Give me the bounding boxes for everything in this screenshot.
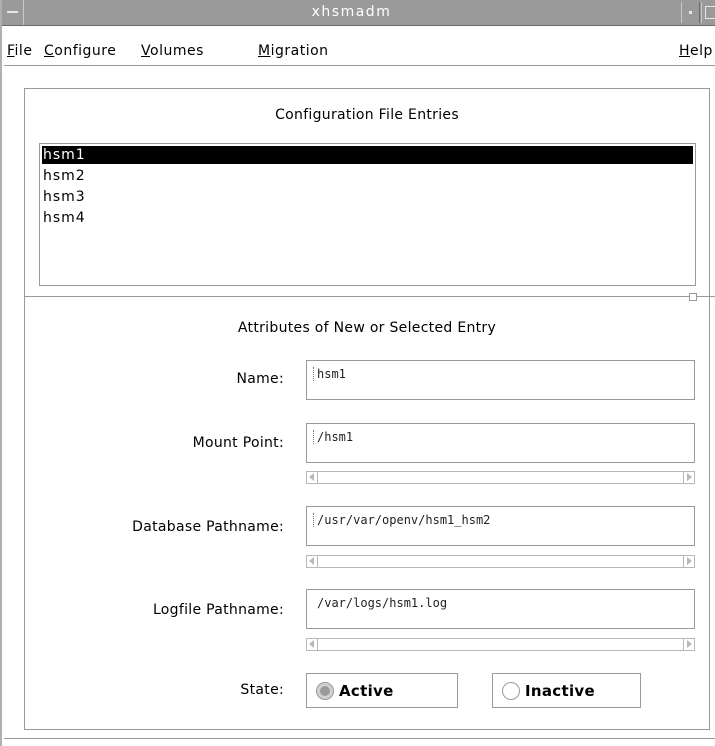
maximize-icon [705, 6, 715, 19]
scroll-right-icon[interactable] [683, 556, 694, 567]
logfile-pathname-input[interactable] [311, 596, 692, 610]
database-pathname-label: Database Pathname: [132, 519, 284, 535]
entries-title: Configuration File Entries [275, 107, 459, 123]
window-bottom-border [4, 738, 715, 739]
menu-configure[interactable]: Configure [44, 43, 116, 59]
state-label: State: [240, 682, 284, 698]
name-field[interactable] [306, 360, 695, 400]
menu-help[interactable]: Help [679, 43, 713, 59]
menu-migration[interactable]: Migration [258, 43, 329, 59]
app-window: xhsmadm File Configure Volumes Migration… [0, 0, 715, 746]
state-inactive-radio[interactable]: Inactive [492, 673, 641, 708]
state-active-radio[interactable]: Active [306, 673, 458, 708]
pane-sash-handle[interactable] [689, 293, 697, 301]
radio-unselected-icon [502, 682, 520, 700]
minimize-icon [689, 11, 692, 14]
list-item[interactable]: hsm4 [42, 209, 693, 227]
maximize-button[interactable] [701, 2, 715, 23]
mount-point-scrollbar[interactable] [306, 471, 695, 484]
entries-list[interactable]: hsm1 hsm2 hsm3 hsm4 [39, 143, 696, 286]
list-item[interactable]: hsm1 [42, 146, 693, 164]
database-pathname-scrollbar[interactable] [306, 555, 695, 568]
menu-file[interactable]: File [7, 43, 32, 59]
name-input[interactable] [311, 367, 692, 381]
menu-bar: File Configure Volumes Migration Help [4, 26, 715, 66]
scroll-left-icon[interactable] [307, 556, 318, 567]
list-item[interactable]: hsm2 [42, 167, 693, 185]
title-bar[interactable]: xhsmadm [2, 0, 715, 26]
database-pathname-field[interactable] [306, 506, 695, 546]
attributes-title: Attributes of New or Selected Entry [237, 320, 497, 336]
mount-point-input[interactable] [311, 430, 692, 444]
scroll-right-icon[interactable] [683, 639, 694, 650]
scroll-left-icon[interactable] [307, 639, 318, 650]
radio-selected-icon [316, 682, 334, 700]
scroll-left-icon[interactable] [307, 472, 318, 483]
window-title: xhsmadm [311, 4, 392, 20]
window-menu-icon [7, 11, 18, 13]
pane-divider [25, 296, 715, 297]
window-menu-button[interactable] [2, 0, 24, 25]
logfile-pathname-scrollbar[interactable] [306, 638, 695, 651]
minimize-button[interactable] [681, 2, 700, 23]
name-label: Name: [236, 371, 284, 387]
logfile-pathname-label: Logfile Pathname: [152, 602, 284, 618]
logfile-pathname-field[interactable] [306, 589, 695, 629]
database-pathname-input[interactable] [311, 513, 692, 527]
menu-volumes[interactable]: Volumes [141, 43, 204, 59]
mount-point-field[interactable] [306, 423, 695, 463]
scroll-right-icon[interactable] [683, 472, 694, 483]
mount-point-label: Mount Point: [192, 435, 284, 451]
list-item[interactable]: hsm3 [42, 188, 693, 206]
